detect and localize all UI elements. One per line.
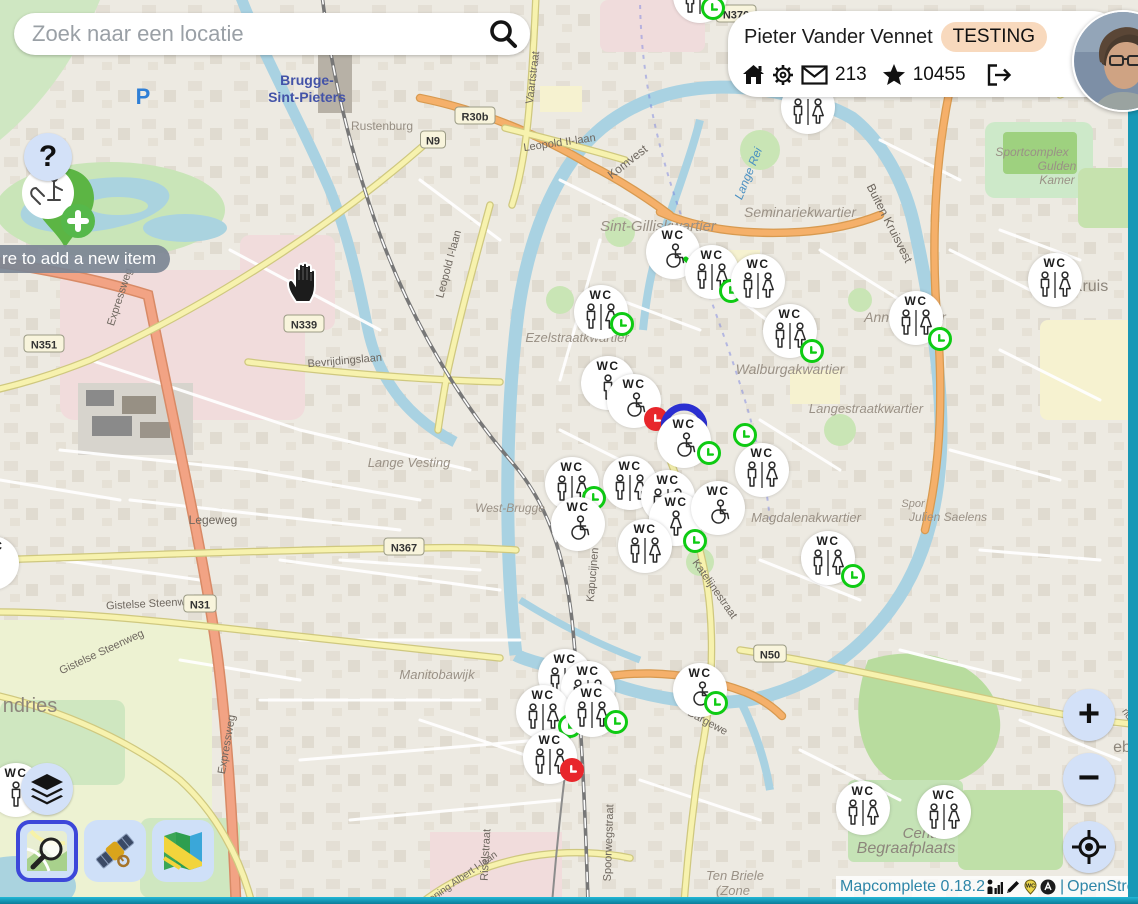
wc-label: WC — [623, 378, 646, 391]
wc-label: WC — [852, 785, 875, 798]
wc-label: WC — [707, 485, 730, 498]
theme-wc-pin-icon: WC — [1023, 879, 1038, 895]
zoom-out-button[interactable]: − — [1063, 753, 1115, 805]
minus-icon: − — [1078, 759, 1100, 797]
wc-label: WC — [689, 667, 712, 680]
help-button[interactable]: ? — [24, 133, 72, 181]
toilet-marker-mf[interactable]: WC — [618, 519, 672, 573]
search-bar[interactable] — [14, 13, 530, 55]
environment-badge: TESTING — [941, 22, 1047, 52]
toilet-marker-mf[interactable]: WC — [735, 443, 789, 497]
wc-label: WC — [577, 665, 600, 678]
osm-map-magnifier-icon — [25, 829, 69, 873]
wc-label: WC — [673, 418, 696, 431]
toilet-marker-woman[interactable]: WC — [0, 536, 19, 590]
opening-hours-badge-green[interactable] — [604, 710, 628, 734]
wc-label: WC — [581, 687, 604, 700]
search-icon[interactable] — [486, 17, 520, 51]
mapcomplete-app: Brugge-Sint-PietersRustenburgPSint-Gilli… — [0, 0, 1138, 904]
wc-label: WC — [567, 501, 590, 514]
wc-label: WC — [532, 689, 555, 702]
toilet-marker-mf[interactable]: WC — [1028, 253, 1082, 307]
layers-button[interactable] — [21, 763, 73, 815]
opening-hours-badge-green[interactable] — [704, 691, 728, 715]
satellite-icon — [92, 828, 138, 874]
changeset-star-icon — [882, 63, 906, 86]
attribution-bar: Mapcomplete 0.18.2 WC — [836, 876, 1138, 898]
statistics-icon[interactable] — [986, 879, 1003, 895]
settings-gear-icon[interactable] — [772, 64, 794, 86]
marker-layer: WC WC WC WC WC WC WC WC WC WC WC WC WC WC WC WC WC WC WC WC… — [0, 0, 1138, 904]
opening-hours-badge-green[interactable] — [800, 339, 824, 363]
opening-hours-badge-green[interactable] — [841, 564, 865, 588]
page-edge-right — [1128, 108, 1138, 904]
wc-label: WC — [747, 258, 770, 271]
opening-hours-badge-green[interactable] — [610, 312, 634, 336]
wc-label: WC — [590, 289, 613, 302]
wc-label: WC — [657, 474, 680, 487]
svg-text:WC: WC — [1026, 884, 1035, 890]
background-style-switcher — [16, 820, 214, 882]
opening-hours-badge-green[interactable] — [701, 0, 725, 20]
page-edge-bottom — [0, 897, 1138, 904]
wc-label: WC — [634, 523, 657, 536]
wc-label: WC — [1044, 257, 1067, 270]
wc-label: WC — [751, 447, 774, 460]
toilet-marker-wheelchair[interactable]: WC — [691, 481, 745, 535]
wc-label: WC — [779, 308, 802, 321]
opening-hours-badge-green[interactable] — [683, 529, 707, 553]
osm-circle-icon[interactable] — [1040, 879, 1056, 895]
wc-label: WC — [0, 540, 4, 553]
geolocate-button[interactable] — [1063, 821, 1115, 873]
wc-label: WC — [619, 460, 642, 473]
wc-label: WC — [539, 734, 562, 747]
add-item-tooltip: re to add a new item — [0, 245, 170, 273]
wc-label: WC — [701, 249, 724, 262]
message-count: 213 — [835, 64, 867, 86]
wc-label: WC — [933, 789, 956, 802]
wc-label: WC — [597, 360, 620, 373]
toilet-marker-mf[interactable]: WC — [836, 781, 890, 835]
opening-hours-badge-red[interactable] — [560, 758, 584, 782]
user-name[interactable]: Pieter Vander Vennet — [744, 26, 933, 49]
app-version-link[interactable]: Mapcomplete 0.18.2 — [840, 878, 985, 896]
toilet-marker-wheelchair[interactable]: WC — [551, 497, 605, 551]
edit-pencil-icon[interactable] — [1005, 879, 1021, 895]
messages-envelope-icon[interactable] — [801, 65, 828, 85]
home-icon[interactable] — [742, 64, 765, 85]
search-input[interactable] — [14, 21, 486, 47]
style-button-paper-map[interactable] — [152, 820, 214, 882]
wc-label: WC — [665, 496, 688, 509]
zoom-in-button[interactable]: + — [1063, 689, 1115, 741]
opening-hours-badge-green[interactable] — [697, 441, 721, 465]
style-button-satellite[interactable] — [84, 820, 146, 882]
layers-icon — [29, 772, 65, 806]
opening-hours-badge-green[interactable] — [928, 327, 952, 351]
toilet-marker-mf[interactable]: WC — [917, 785, 971, 839]
plus-icon: + — [1078, 695, 1100, 733]
logout-icon[interactable] — [987, 64, 1013, 86]
wc-label: WC — [561, 461, 584, 474]
wc-label: WC — [817, 535, 840, 548]
user-avatar[interactable] — [1072, 10, 1138, 112]
wc-label: WC — [905, 295, 928, 308]
toilet-marker-mf[interactable]: WC — [731, 254, 785, 308]
attribution-separator: | — [1060, 878, 1064, 896]
wc-label: WC — [662, 229, 685, 242]
user-panel: Pieter Vander Vennet TESTING — [728, 11, 1122, 97]
grab-hand-cursor — [284, 258, 324, 304]
crosshair-target-icon — [1071, 829, 1107, 865]
changeset-count: 10455 — [913, 64, 966, 86]
folded-map-icon — [160, 828, 206, 874]
style-button-osm-carto[interactable] — [16, 820, 78, 882]
